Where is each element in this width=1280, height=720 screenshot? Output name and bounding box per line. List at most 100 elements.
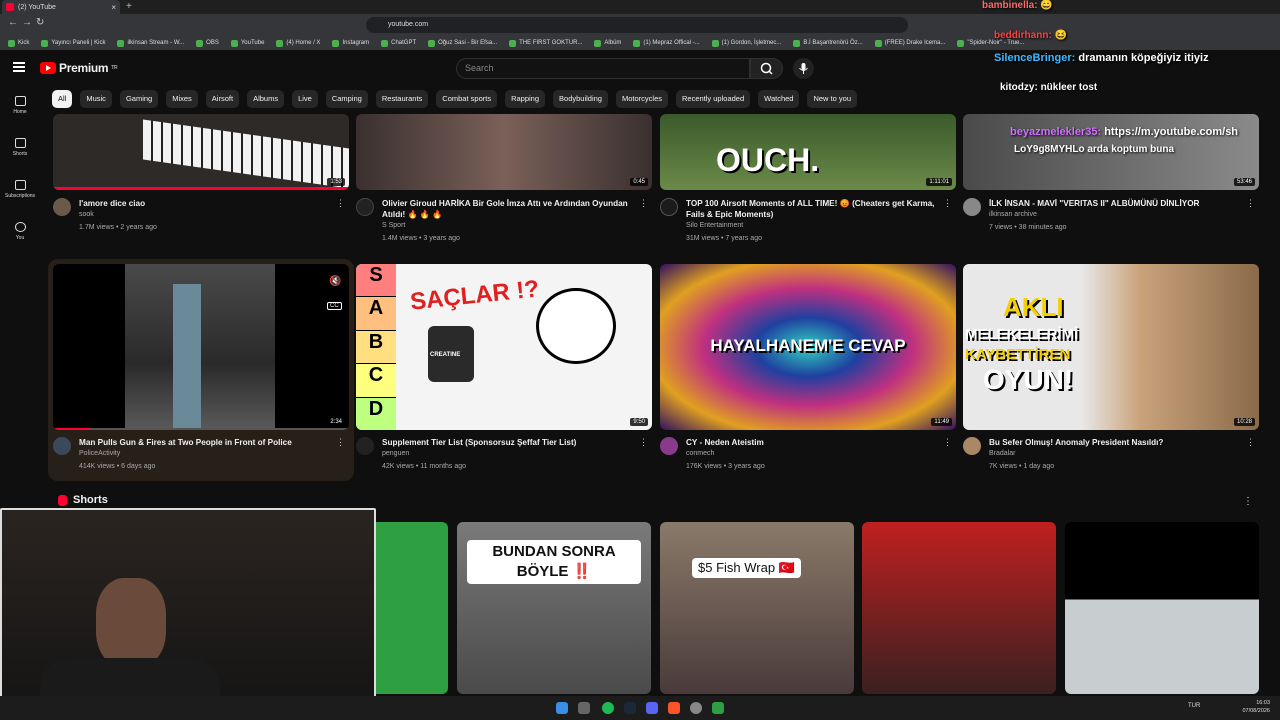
clock[interactable]: 16:03 07/08/2026 <box>1242 699 1270 715</box>
channel-name[interactable]: conmech <box>686 450 714 457</box>
channel-avatar[interactable] <box>53 198 71 216</box>
chip-new-to-you[interactable]: New to you <box>807 90 857 108</box>
bookmark-item[interactable]: ilkinsan Stream - W... <box>117 39 184 47</box>
channel-name[interactable]: penguen <box>382 450 409 457</box>
sidebar-item-shorts[interactable]: Shorts <box>0 138 40 157</box>
obs-icon[interactable] <box>690 702 702 714</box>
sidebar-item-subscriptions[interactable]: Subscriptions <box>0 180 40 199</box>
reload-icon[interactable]: ↻ <box>36 17 44 28</box>
bookmark-item[interactable]: YouTube <box>230 39 264 47</box>
channel-avatar[interactable] <box>963 437 981 455</box>
video-title[interactable]: Supplement Tier List (Sponsorsuz Şeffaf … <box>382 437 638 448</box>
more-actions-icon[interactable]: ⋮ <box>639 437 648 448</box>
video-thumbnail[interactable]: 1:53 <box>53 114 349 190</box>
channel-avatar[interactable] <box>53 437 71 455</box>
chip-motorcycles[interactable]: Motorcycles <box>615 90 668 108</box>
channel-avatar[interactable] <box>356 198 374 216</box>
bookmark-item[interactable]: Albüm <box>594 39 621 47</box>
chip-restaurants[interactable]: Restaurants <box>375 90 429 108</box>
chip-camping[interactable]: Camping <box>325 90 368 108</box>
new-tab-button[interactable]: + <box>126 0 132 13</box>
channel-avatar[interactable] <box>660 198 678 216</box>
start-icon[interactable] <box>556 702 568 714</box>
more-actions-icon[interactable]: ⋮ <box>336 437 345 448</box>
chip-watched[interactable]: Watched <box>758 90 800 108</box>
back-icon[interactable]: ← <box>8 17 18 28</box>
more-actions-icon[interactable]: ⋮ <box>943 437 952 448</box>
chip-live[interactable]: Live <box>292 90 318 108</box>
sidebar-item-you[interactable]: You <box>0 222 40 241</box>
app-icon[interactable] <box>712 702 724 714</box>
chip-bodybuilding[interactable]: Bodybuilding <box>553 90 608 108</box>
short-card[interactable]: $5 Fish Wrap 🇹🇷 <box>660 522 854 694</box>
bookmark-item[interactable]: Instagram <box>332 39 369 47</box>
more-actions-icon[interactable]: ⋮ <box>943 198 952 209</box>
more-actions-icon[interactable]: ⋮ <box>336 198 345 209</box>
search-input[interactable]: Search <box>456 58 750 79</box>
video-title[interactable]: Bu Sefer Olmuş! Anomaly President Nasıld… <box>989 437 1245 448</box>
short-card[interactable]: BUNDAN SONRA BÖYLE ‼️ <box>457 522 651 694</box>
bookmark-item[interactable]: (1) Gordon, İşletmec... <box>711 39 781 47</box>
bookmark-item[interactable]: (FREE) Drake Icema... <box>874 39 945 47</box>
chip-music[interactable]: Music <box>80 90 112 108</box>
bookmark-item[interactable]: (1) Mepraz Offical -... <box>633 39 700 47</box>
video-title[interactable]: Olivier Giroud HARİKA Bir Gole İmza Attı… <box>382 198 638 220</box>
brave-icon[interactable] <box>668 702 680 714</box>
chip-albums[interactable]: Albums <box>247 90 285 108</box>
more-actions-icon[interactable]: ⋮ <box>1246 437 1255 448</box>
video-title[interactable]: İLK İNSAN - MAVİ "VERITAS II" ALBÜMÜNÜ D… <box>989 198 1245 209</box>
captions-icon[interactable]: CC <box>327 302 342 310</box>
video-thumbnail[interactable]: AKLI MELEKELERİMİ KAYBETTİREN OYUN! 10:2… <box>963 264 1259 430</box>
channel-name[interactable]: sook <box>79 211 94 218</box>
sidebar-item-home[interactable]: Home <box>0 96 40 115</box>
steam-icon[interactable] <box>624 702 636 714</box>
video-preview[interactable]: 🔇 CC 2:34 <box>53 264 349 430</box>
taskview-icon[interactable] <box>578 702 590 714</box>
chip-gaming[interactable]: Gaming <box>119 90 159 108</box>
bookmark-item[interactable]: B.İ Başantrenörü Öz... <box>793 39 863 47</box>
bookmark-item[interactable]: Yayıncı Paneli | Kick <box>41 39 105 47</box>
channel-avatar[interactable] <box>356 437 374 455</box>
browser-tab[interactable]: (2) YouTube × <box>2 0 120 14</box>
video-title[interactable]: Man Pulls Gun & Fires at Two People in F… <box>79 437 335 448</box>
channel-name[interactable]: Silo Entertainment <box>686 222 743 229</box>
chip-recently-uploaded[interactable]: Recently uploaded <box>676 90 751 108</box>
channel-avatar[interactable] <box>660 437 678 455</box>
short-card[interactable] <box>1065 522 1259 694</box>
chip-all[interactable]: All <box>52 90 73 108</box>
close-tab-icon[interactable]: × <box>111 3 116 12</box>
short-card[interactable] <box>862 522 1056 694</box>
search-button[interactable] <box>750 58 783 79</box>
forward-icon[interactable]: → <box>22 17 32 28</box>
spotify-icon[interactable] <box>602 702 614 714</box>
video-title[interactable]: TOP 100 Airsoft Moments of ALL TIME! 😡 (… <box>686 198 942 220</box>
mute-icon[interactable]: 🔇 <box>329 276 341 287</box>
language-indicator[interactable]: TUR <box>1188 703 1200 709</box>
chip-airsoft[interactable]: Airsoft <box>205 90 240 108</box>
video-title[interactable]: l'amore dice ciao <box>79 198 335 209</box>
bookmark-item[interactable]: Oğuz Sasi - Bir Efsa... <box>428 39 497 47</box>
channel-name[interactable]: PoliceActivity <box>79 450 120 457</box>
channel-name[interactable]: Bradalar <box>989 450 1015 457</box>
bookmark-item[interactable]: THE FIRST GOKTUR... <box>509 39 582 47</box>
chip-combat-sports[interactable]: Combat sports <box>436 90 498 108</box>
more-actions-icon[interactable]: ⋮ <box>639 198 648 209</box>
bookmark-item[interactable]: (4) Home / X <box>276 39 320 47</box>
video-thumbnail[interactable]: HAYALHANEM'E CEVAP 11:49 <box>660 264 956 430</box>
hamburger-menu-icon[interactable] <box>13 62 25 72</box>
bookmark-item[interactable]: Kick <box>8 39 29 47</box>
video-thumbnail[interactable]: 0:45 <box>356 114 652 190</box>
chip-mixes[interactable]: Mixes <box>166 90 198 108</box>
channel-name[interactable]: S Sport <box>382 222 405 229</box>
url-field[interactable]: youtube.com <box>366 17 908 33</box>
youtube-logo[interactable]: Premium TR <box>40 61 118 75</box>
voice-search-button[interactable] <box>793 58 814 79</box>
video-title[interactable]: CY - Neden Ateistim <box>686 437 942 448</box>
channel-name[interactable]: ilkinsan archive <box>989 211 1037 218</box>
video-thumbnail[interactable]: S A B C D SAÇLAR !? CREATINE 9:50 <box>356 264 652 430</box>
bookmark-item[interactable]: OBS <box>196 39 219 47</box>
video-thumbnail[interactable]: OUCH. 1:11:01 <box>660 114 956 190</box>
chip-rapping[interactable]: Rapping <box>505 90 546 108</box>
discord-icon[interactable] <box>646 702 658 714</box>
bookmark-item[interactable]: ChatGPT <box>381 39 416 47</box>
